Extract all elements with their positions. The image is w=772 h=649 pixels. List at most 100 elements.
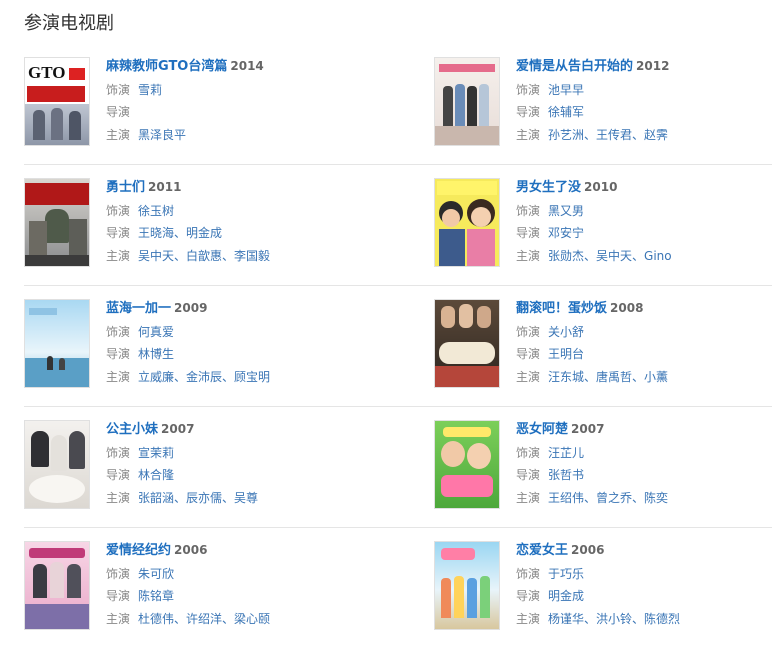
show-year: 2008 <box>610 301 644 315</box>
warriors-poster-icon[interactable] <box>24 178 90 267</box>
show-info: 蓝海一加一 2009 饰演 何真爱 导演 林博生 主演 立威廉、金沛辰、顾宝明 <box>106 297 270 406</box>
gto-poster-icon[interactable]: GTO <box>24 57 90 146</box>
cast-value[interactable]: 汪东城、唐禹哲、小薰 <box>548 370 668 384</box>
role-value[interactable]: 池早早 <box>548 83 584 97</box>
cast-value[interactable]: 黑泽良平 <box>138 128 186 142</box>
love-confession-poster-icon[interactable] <box>434 57 500 146</box>
show-title-link[interactable]: 勇士们 <box>106 180 145 195</box>
cast-value[interactable]: 张勋杰、吴中天、Gino <box>548 249 672 263</box>
show-card: 男女生了没 2010 饰演 黑又男 导演 邓安宁 主演 张勋杰、吴中天、Gino <box>434 165 772 285</box>
cast-label: 主演 <box>516 369 541 384</box>
fried-rice-poster-icon[interactable] <box>434 299 500 388</box>
director-value[interactable]: 林合隆 <box>138 468 174 482</box>
cast-label: 主演 <box>516 611 541 626</box>
role-label: 饰演 <box>106 324 131 339</box>
cast-label: 主演 <box>516 127 541 142</box>
role-value[interactable]: 雪莉 <box>138 83 162 97</box>
show-year: 2010 <box>584 180 618 194</box>
show-title-link[interactable]: 爱情经纪约 <box>106 543 171 558</box>
show-card: 翻滚吧！蛋炒饭 2008 饰演 关小舒 导演 王明台 主演 汪东城、唐禹哲、小薰 <box>434 286 772 406</box>
love-queen-poster-icon[interactable] <box>434 541 500 630</box>
role-value[interactable]: 于巧乐 <box>548 567 584 581</box>
cast-value[interactable]: 立威廉、金沛辰、顾宝明 <box>138 370 270 384</box>
grid-row: 爱情经纪约 2006 饰演 朱可欣 导演 陈铭章 主演 杜德伟、许绍洋、梁心颐 恋爱女王… <box>24 528 772 649</box>
director-label: 导演 <box>106 105 131 119</box>
show-card: 爱情是从告白开始的 2012 饰演 池早早 导演 徐辅军 主演 孙艺洲、王传君、赵霁 <box>434 44 772 164</box>
grid-row: 公主小妹 2007 饰演 宣茉莉 导演 林合隆 主演 张韶涵、辰亦儒、吴尊 恶女阿楚 20… <box>24 407 772 528</box>
role-label: 饰演 <box>106 445 131 460</box>
role-label: 饰演 <box>516 445 541 460</box>
role-value[interactable]: 宣茉莉 <box>138 446 174 460</box>
role-value[interactable]: 关小舒 <box>548 325 584 339</box>
cast-value[interactable]: 王绍伟、曾之乔、陈奕 <box>548 491 668 505</box>
show-year: 2012 <box>636 59 670 73</box>
role-value[interactable]: 汪芷儿 <box>548 446 584 460</box>
show-info: 男女生了没 2010 饰演 黑又男 导演 邓安宁 主演 张勋杰、吴中天、Gino <box>516 176 672 285</box>
cast-value[interactable]: 孙艺洲、王传君、赵霁 <box>548 128 668 142</box>
princess-poster-icon[interactable] <box>24 420 90 509</box>
show-title-link[interactable]: 恶女阿楚 <box>516 422 568 437</box>
grid-row: 勇士们 2011 饰演 徐玉树 导演 王晓海、明金成 主演 吴中天、白歆惠、李国毅 男女… <box>24 165 772 286</box>
role-value[interactable]: 黑又男 <box>548 204 584 218</box>
show-card: 爱情经纪约 2006 饰演 朱可欣 导演 陈铭章 主演 杜德伟、许绍洋、梁心颐 <box>24 528 434 649</box>
role-label: 饰演 <box>106 82 131 97</box>
director-value[interactable]: 张哲书 <box>548 468 584 482</box>
director-value[interactable]: 陈铭章 <box>138 589 174 603</box>
director-value[interactable]: 林博生 <box>138 347 174 361</box>
boys-girls-poster-icon[interactable] <box>434 178 500 267</box>
cast-value[interactable]: 吴中天、白歆惠、李国毅 <box>138 249 270 263</box>
show-year: 2009 <box>174 301 208 315</box>
director-value[interactable]: 明金成 <box>548 589 584 603</box>
director-label: 导演 <box>106 347 131 361</box>
tv-show-grid: GTO 麻辣教师GTO台湾篇 2014 饰演 雪莉 导演 主演 黑泽良平 爱情是… <box>24 44 772 649</box>
director-value[interactable]: 徐辅军 <box>548 105 584 119</box>
section-title: 参演电视剧 <box>24 13 114 34</box>
director-label: 导演 <box>106 226 131 240</box>
role-label: 饰演 <box>516 82 541 97</box>
role-label: 饰演 <box>106 203 131 218</box>
show-info: 恋爱女王 2006 饰演 于巧乐 导演 明金成 主演 杨谨华、洪小铃、陈德烈 <box>516 539 680 649</box>
show-info: 恶女阿楚 2007 饰演 汪芷儿 导演 张哲书 主演 王绍伟、曾之乔、陈奕 <box>516 418 668 527</box>
show-title-link[interactable]: 翻滚吧！蛋炒饭 <box>516 301 607 316</box>
show-year: 2006 <box>174 543 208 557</box>
show-card: 恋爱女王 2006 饰演 于巧乐 导演 明金成 主演 杨谨华、洪小铃、陈德烈 <box>434 528 772 649</box>
show-year: 2011 <box>148 180 182 194</box>
cast-value[interactable]: 杨谨华、洪小铃、陈德烈 <box>548 612 680 626</box>
show-year: 2007 <box>571 422 605 436</box>
director-label: 导演 <box>106 468 131 482</box>
director-label: 导演 <box>516 347 541 361</box>
show-info: 公主小妹 2007 饰演 宣茉莉 导演 林合隆 主演 张韶涵、辰亦儒、吴尊 <box>106 418 258 527</box>
show-card: GTO 麻辣教师GTO台湾篇 2014 饰演 雪莉 导演 主演 黑泽良平 <box>24 44 434 164</box>
show-card: 勇士们 2011 饰演 徐玉树 导演 王晓海、明金成 主演 吴中天、白歆惠、李国毅 <box>24 165 434 285</box>
show-title-link[interactable]: 恋爱女王 <box>516 543 568 558</box>
director-label: 导演 <box>106 589 131 603</box>
cast-value[interactable]: 张韶涵、辰亦儒、吴尊 <box>138 491 258 505</box>
blue-sea-poster-icon[interactable] <box>24 299 90 388</box>
cast-label: 主演 <box>106 490 131 505</box>
show-title-link[interactable]: 麻辣教师GTO台湾篇 <box>106 59 227 74</box>
show-title-link[interactable]: 爱情是从告白开始的 <box>516 59 633 74</box>
role-value[interactable]: 何真爱 <box>138 325 174 339</box>
director-value[interactable]: 王晓海、明金成 <box>138 226 222 240</box>
show-title-link[interactable]: 蓝海一加一 <box>106 301 171 316</box>
director-label: 导演 <box>516 589 541 603</box>
role-value[interactable]: 徐玉树 <box>138 204 174 218</box>
director-label: 导演 <box>516 468 541 482</box>
show-title-link[interactable]: 公主小妹 <box>106 422 158 437</box>
cast-value[interactable]: 杜德伟、许绍洋、梁心颐 <box>138 612 270 626</box>
director-value[interactable]: 王明台 <box>548 347 584 361</box>
role-label: 饰演 <box>516 324 541 339</box>
show-title-link[interactable]: 男女生了没 <box>516 180 581 195</box>
cast-label: 主演 <box>106 248 131 263</box>
love-contract-poster-icon[interactable] <box>24 541 90 630</box>
director-value[interactable]: 邓安宁 <box>548 226 584 240</box>
show-year: 2014 <box>230 59 264 73</box>
role-value[interactable]: 朱可欣 <box>138 567 174 581</box>
cast-label: 主演 <box>106 127 131 142</box>
role-label: 饰演 <box>516 203 541 218</box>
show-year: 2007 <box>161 422 195 436</box>
bad-girl-poster-icon[interactable] <box>434 420 500 509</box>
show-card: 恶女阿楚 2007 饰演 汪芷儿 导演 张哲书 主演 王绍伟、曾之乔、陈奕 <box>434 407 772 527</box>
grid-row: GTO 麻辣教师GTO台湾篇 2014 饰演 雪莉 导演 主演 黑泽良平 爱情是… <box>24 44 772 165</box>
show-card: 公主小妹 2007 饰演 宣茉莉 导演 林合隆 主演 张韶涵、辰亦儒、吴尊 <box>24 407 434 527</box>
